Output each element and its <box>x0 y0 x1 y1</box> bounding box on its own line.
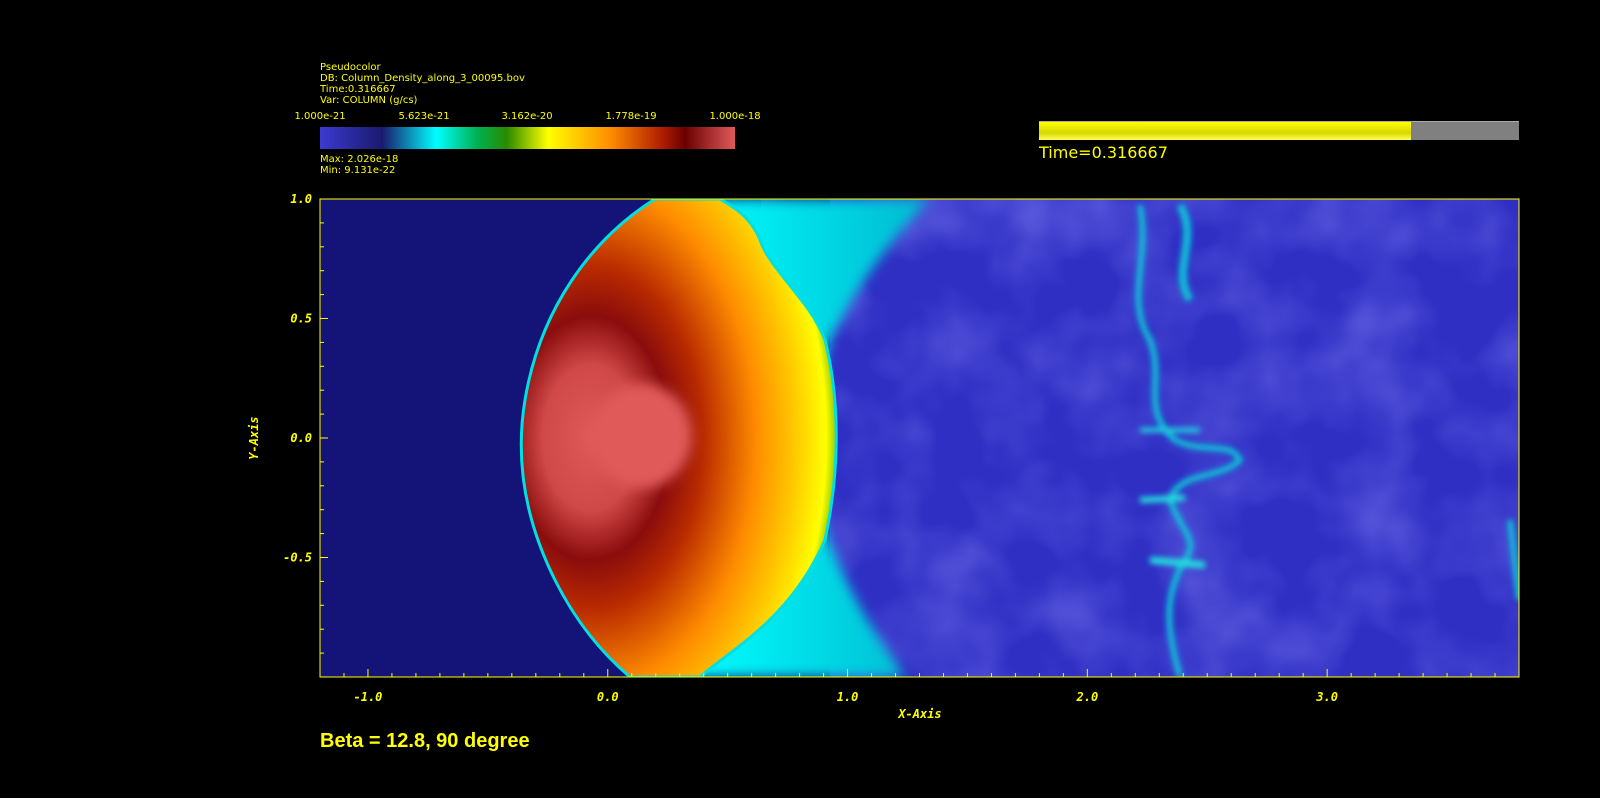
y-tick-label: -0.5 <box>283 551 312 565</box>
x-tick-label: 2.0 <box>1076 690 1099 704</box>
x-axis: -1.0 0.0 1.0 2.0 3.0 X-Axis <box>354 690 1338 721</box>
plot-field <box>320 199 1519 677</box>
x-tick-label: 1.0 <box>837 690 859 704</box>
y-tick-label: 0.5 <box>290 312 312 326</box>
y-axis-label: Y-Axis <box>247 416 261 459</box>
y-tick-label: 0.0 <box>290 431 312 445</box>
y-tick-label: 1.0 <box>290 192 312 206</box>
y-axis: 1.0 0.5 0.0 -0.5 Y-Axis <box>247 192 312 565</box>
cloud-core <box>592 384 692 488</box>
x-tick-label: -1.0 <box>354 690 383 704</box>
figure-caption: Beta = 12.8, 90 degree <box>320 730 530 752</box>
x-tick-label: 0.0 <box>597 690 619 704</box>
pseudocolor-plot: -1.0 0.0 1.0 2.0 3.0 X-Axis 1.0 0.5 0.0 … <box>247 192 1520 721</box>
x-axis-label: X-Axis <box>897 707 941 721</box>
x-tick-label: 3.0 <box>1315 690 1338 704</box>
